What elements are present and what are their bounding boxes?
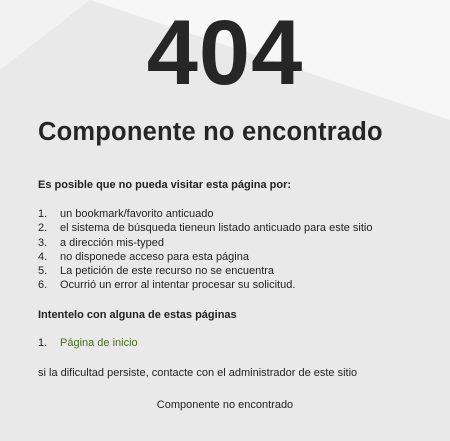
list-text: el sistema de búsqueda tieneun listado a… xyxy=(60,222,373,235)
list-text: a dirección mis-typed xyxy=(60,236,164,249)
list-number: 1. xyxy=(38,337,48,349)
list-item: 2. el sistema de búsqueda tieneun listado… xyxy=(38,221,373,235)
error-code: 404 xyxy=(146,2,304,104)
persist-text: si la dificultad persiste, contacte con … xyxy=(38,367,358,379)
list-text: La petición de este recurso no se encuen… xyxy=(60,265,275,278)
list-item: 4. no disponede acceso para esta página xyxy=(38,250,373,264)
list-item: 6. Ocurrió un error al intentar procesar … xyxy=(38,278,373,292)
list-item: 3. a dirección mis-typed xyxy=(38,236,373,250)
reasons-list: 1. un bookmark/favorito anticuado 2. el si… xyxy=(38,207,373,293)
list-number: 6. xyxy=(38,279,48,292)
list-text: no disponede acceso para esta página xyxy=(60,250,249,263)
pages-list: 1. Página de inicio xyxy=(38,337,138,349)
list-number: 1. xyxy=(38,208,48,220)
list-text: un bookmark/favorito anticuado xyxy=(60,208,214,220)
list-number: 3. xyxy=(38,236,48,249)
try-pages-heading: Intentelo con alguna de estas páginas xyxy=(38,309,237,321)
list-number: 4. xyxy=(38,250,48,263)
list-number: 2. xyxy=(38,222,48,235)
list-item: 5. La petición de este recurso no se encu… xyxy=(38,264,373,278)
page-title: Componente no encontrado xyxy=(38,118,383,146)
intro-text: Es posible que no pueda visitar esta pág… xyxy=(38,179,292,191)
list-item: 1. Página de inicio xyxy=(38,337,138,349)
list-item: 1. un bookmark/favorito anticuado xyxy=(38,207,373,221)
list-number: 5. xyxy=(38,265,48,278)
footer-text: Componente no encontrado xyxy=(156,399,294,411)
error-page: 404 Componente no encontrado Es posible … xyxy=(0,0,450,441)
home-page-link[interactable]: Página de inicio xyxy=(60,337,138,349)
list-text: Ocurrió un error al intentar procesar su… xyxy=(60,279,296,292)
